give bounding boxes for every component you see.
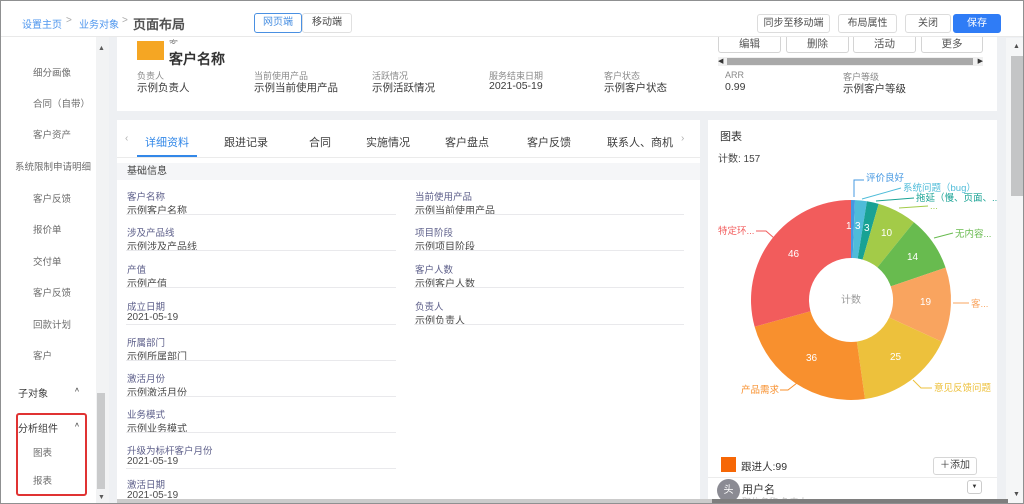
svg-text:36: 36 <box>806 353 818 364</box>
svg-text:25: 25 <box>890 352 902 363</box>
svg-text:评价良好: 评价良好 <box>866 172 905 184</box>
svg-text:拖延（慢、页面、...: 拖延（慢、页面、... <box>916 192 997 204</box>
svg-text:无内容...: 无内容... <box>955 228 991 240</box>
svg-text:意见反馈问题: 意见反馈问题 <box>934 382 992 394</box>
svg-text:19: 19 <box>920 297 932 308</box>
svg-text:10: 10 <box>881 228 893 239</box>
svg-text:计数: 计数 <box>841 293 861 306</box>
svg-text:14: 14 <box>907 252 919 263</box>
svg-text:产品需求: 产品需求 <box>741 384 780 396</box>
svg-text:1: 1 <box>846 221 852 232</box>
svg-text:...: ... <box>930 201 938 212</box>
svg-text:3: 3 <box>864 223 870 234</box>
svg-text:特定环...: 特定环... <box>718 225 754 237</box>
svg-text:3: 3 <box>855 221 861 232</box>
svg-text:客...: 客... <box>971 298 988 310</box>
svg-text:46: 46 <box>788 249 800 260</box>
